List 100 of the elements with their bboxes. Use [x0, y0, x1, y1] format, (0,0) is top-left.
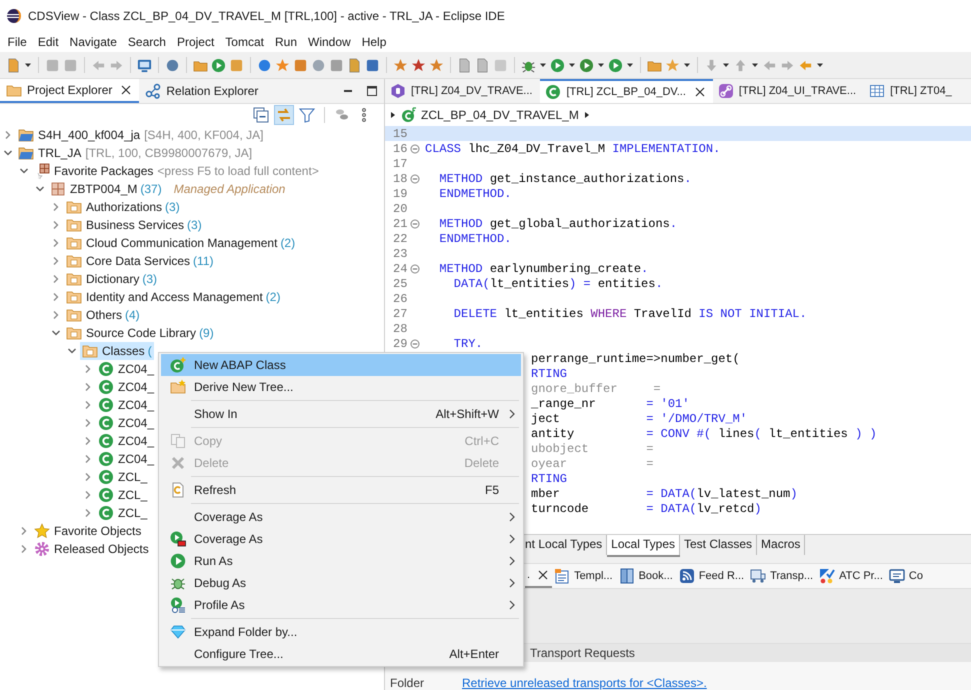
chevron-icon[interactable]: [51, 238, 61, 248]
menu[interactable]: File: [2, 35, 32, 49]
caret-icon[interactable]: [626, 61, 634, 69]
tree-item[interactable]: ZCL_: [96, 504, 150, 522]
menu[interactable]: Navigate: [64, 35, 122, 49]
close-icon[interactable]: [121, 85, 132, 95]
tree-item[interactable]: Authorizations (3): [64, 198, 182, 216]
editor-tab[interactable]: [TRL] Z04_UI_TRAVE...: [712, 79, 864, 103]
chevron-icon[interactable]: [19, 544, 29, 554]
editor-tab[interactable]: [TRL] Z04_DV_TRAVE...: [385, 79, 540, 103]
tree-item[interactable]: ZCL_: [96, 486, 150, 504]
chevron-icon[interactable]: [67, 346, 77, 356]
menu-item[interactable]: Profile As: [161, 594, 521, 616]
new-file-icon[interactable]: [6, 58, 21, 72]
transport-link[interactable]: Retrieve unreleased transports for <Classes>.: [462, 676, 707, 690]
run-icon[interactable]: [211, 58, 226, 72]
caret-icon[interactable]: [751, 61, 759, 69]
view-tab[interactable]: Relation Explorer: [139, 79, 266, 103]
tree-item[interactable]: Core Data Services (11): [64, 252, 216, 270]
chevron-icon[interactable]: [3, 148, 13, 158]
doc-icon[interactable]: [475, 58, 490, 72]
tree-item[interactable]: Business Services (3): [64, 216, 204, 234]
coverage-icon[interactable]: [579, 58, 594, 72]
fold-icon[interactable]: [410, 174, 420, 184]
tree-item[interactable]: Identity and Access Management (2): [64, 288, 282, 306]
caret-icon[interactable]: [24, 61, 32, 69]
maximize-icon[interactable]: [366, 85, 378, 97]
tree-item[interactable]: ZC04_: [96, 360, 156, 378]
caret-icon[interactable]: [568, 61, 576, 69]
view-tab[interactable]: Transp...: [748, 564, 818, 588]
filter-icon[interactable]: [299, 107, 315, 123]
chevron-icon[interactable]: [83, 490, 93, 500]
menu-item[interactable]: New ABAP Class: [161, 354, 521, 376]
chevron-icon[interactable]: [83, 418, 93, 428]
tree-item[interactable]: ZC04_: [96, 432, 156, 450]
chevron-icon[interactable]: [51, 220, 61, 230]
doc-icon[interactable]: [457, 58, 472, 72]
chevron-icon[interactable]: [51, 310, 61, 320]
collapse-all-icon[interactable]: [253, 107, 269, 123]
caret-right-icon[interactable]: [582, 111, 591, 119]
close-icon[interactable]: [694, 87, 705, 97]
chevron-icon[interactable]: [19, 526, 29, 536]
fold-icon[interactable]: [410, 218, 420, 228]
chevron-icon[interactable]: [51, 274, 61, 284]
tree-item[interactable]: S4H_400_kf004_ja [S4H, 400, KF004, JA]: [16, 126, 266, 144]
caret-icon[interactable]: [683, 61, 691, 69]
chevron-icon[interactable]: [83, 508, 93, 518]
view-tab[interactable]: ATC Pr...: [817, 564, 887, 588]
view-tab[interactable]: Project Explorer: [0, 79, 140, 103]
caret-icon[interactable]: [816, 61, 824, 69]
fold-icon[interactable]: [410, 144, 420, 154]
view-tab[interactable]: Feed R...: [676, 564, 748, 588]
caret-icon[interactable]: [539, 61, 547, 69]
menu-item[interactable]: Refresh F5: [161, 479, 521, 501]
editor-tab[interactable]: [TRL] ZCL_BP_04_DV...: [540, 79, 713, 103]
tree-item[interactable]: ZBTP004_M (37) Managed Application: [48, 180, 288, 198]
caret-icon[interactable]: [722, 61, 730, 69]
chevron-icon[interactable]: [83, 364, 93, 374]
caret-icon[interactable]: [597, 61, 605, 69]
menu-item[interactable]: Coverage As: [161, 506, 521, 528]
menu-item[interactable]: Coverage As: [161, 528, 521, 550]
fold-icon[interactable]: [410, 338, 420, 348]
tree-item[interactable]: Released Objects: [32, 540, 151, 558]
chevron-icon[interactable]: [51, 328, 61, 338]
view-tab[interactable]: Templ...: [552, 564, 617, 588]
chevron-icon[interactable]: [51, 202, 61, 212]
fold-icon[interactable]: [410, 264, 420, 274]
tree-item[interactable]: ZC04_: [96, 396, 156, 414]
chevron-icon[interactable]: [83, 454, 93, 464]
tree-item[interactable]: ZC04_: [96, 450, 156, 468]
menu[interactable]: Edit: [32, 35, 64, 49]
tree-item[interactable]: TRL_JA [TRL, 100, CB9980007679, JA]: [16, 144, 254, 162]
editor-tab[interactable]: [TRL] ZT04_: [864, 79, 960, 103]
menu[interactable]: Window: [302, 35, 356, 49]
menu-item[interactable]: Debug As: [161, 572, 521, 594]
menu[interactable]: Help: [356, 35, 392, 49]
tree-item[interactable]: Source Code Library (9): [64, 324, 216, 342]
tree-item[interactable]: ZCL_: [96, 468, 150, 486]
menu[interactable]: Project: [171, 35, 220, 49]
tree-item[interactable]: Favorite Objects: [32, 522, 144, 540]
chevron-icon[interactable]: [51, 256, 61, 266]
chevron-icon[interactable]: [83, 382, 93, 392]
page-icon[interactable]: [347, 58, 362, 72]
editor-tab[interactable]: Macros: [757, 535, 806, 555]
chevron-icon[interactable]: [3, 130, 13, 140]
link-editor-icon[interactable]: [275, 106, 293, 124]
tree-item[interactable]: Dictionary (3): [64, 270, 160, 288]
chevron-icon[interactable]: [83, 472, 93, 482]
close-icon[interactable]: [538, 570, 548, 580]
tree-item[interactable]: Classes (: [80, 342, 154, 360]
menu-item[interactable]: Expand Folder by...: [161, 621, 521, 643]
menu[interactable]: Run: [269, 35, 302, 49]
menu-item[interactable]: Show In Alt+Shift+W: [161, 403, 521, 425]
caret-right-icon[interactable]: [389, 111, 397, 119]
monitor-icon[interactable]: [137, 58, 152, 72]
tree-item[interactable]: Cloud Communication Management (2): [64, 234, 298, 252]
chevron-icon[interactable]: [51, 292, 61, 302]
chevron-icon[interactable]: [19, 166, 29, 176]
menu-item[interactable]: Run As: [161, 550, 521, 572]
view-tab[interactable]: Book...: [616, 564, 677, 588]
